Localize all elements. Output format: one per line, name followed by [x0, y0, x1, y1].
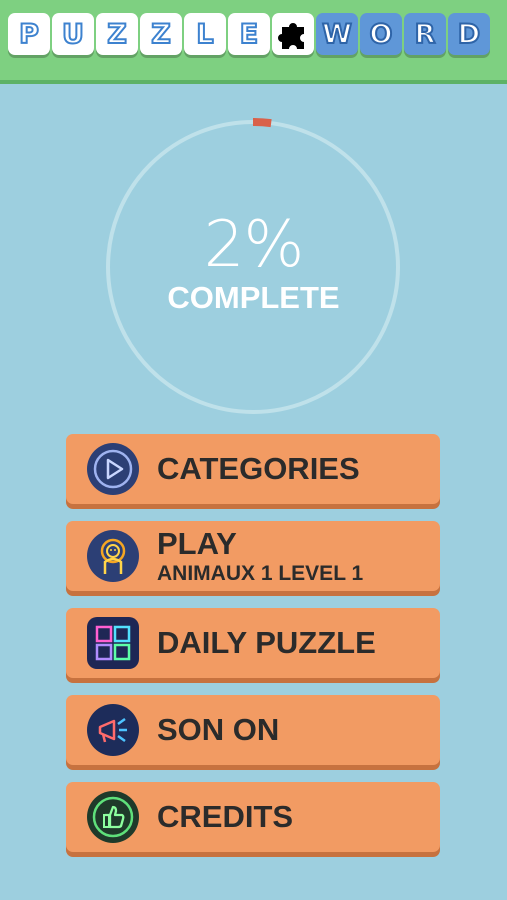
- play-sublabel: ANIMAUX 1 LEVEL 1: [157, 562, 364, 585]
- lion-icon: [87, 530, 139, 582]
- credits-label: CREDITS: [157, 799, 294, 834]
- progress-complete-label: COMPLETE: [167, 280, 340, 315]
- daily-puzzle-button[interactable]: DAILY PUZZLE: [66, 608, 440, 678]
- puzzle-icon: [87, 617, 139, 669]
- play-button[interactable]: PLAY ANIMAUX 1 LEVEL 1: [66, 521, 440, 591]
- logo-tile-z2: Z: [140, 13, 182, 55]
- logo-tile-l: L: [184, 13, 226, 55]
- credits-button[interactable]: CREDITS: [66, 782, 440, 852]
- logo-tile-o: O: [360, 13, 402, 55]
- logo-tile-d: D: [448, 13, 490, 55]
- app-logo: P U Z Z L E W O R D: [8, 13, 490, 57]
- header-bar: P U Z Z L E W O R D: [0, 0, 507, 84]
- categories-button[interactable]: CATEGORIES: [66, 434, 440, 504]
- play-label: PLAY: [157, 526, 237, 561]
- logo-tile-p: P: [8, 13, 50, 55]
- thumbs-up-icon: [87, 791, 139, 843]
- logo-tile-z: Z: [96, 13, 138, 55]
- logo-tile-r: R: [404, 13, 446, 55]
- puzzle-piece-icon: [272, 13, 314, 55]
- categories-label: CATEGORIES: [157, 451, 360, 486]
- megaphone-icon: [87, 704, 139, 756]
- play-circle-icon: [87, 443, 139, 495]
- sound-label: SON ON: [157, 712, 280, 747]
- logo-tile-e: E: [228, 13, 270, 55]
- play-text: PLAY ANIMAUX 1 LEVEL 1: [157, 528, 363, 584]
- daily-puzzle-label: DAILY PUZZLE: [157, 625, 376, 660]
- sound-toggle-button[interactable]: SON ON: [66, 695, 440, 765]
- logo-tile-u: U: [52, 13, 94, 55]
- logo-tile-w: W: [316, 13, 358, 55]
- progress-percent: 2%: [203, 208, 305, 282]
